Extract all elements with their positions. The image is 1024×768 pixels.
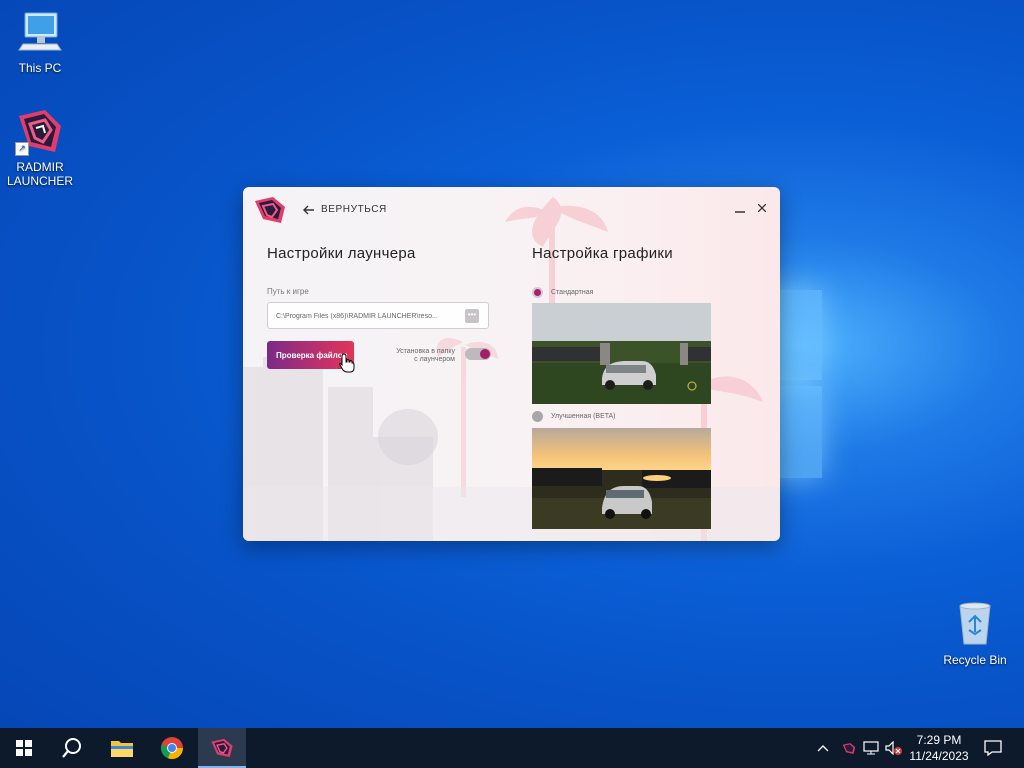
- close-button[interactable]: [755, 201, 769, 215]
- radmir-logo-icon: [842, 742, 856, 754]
- shortcut-arrow-icon: ↗: [15, 142, 29, 156]
- radmir-launcher-window: ВЕРНУТЬСЯ Настройки лаунчера Настройка г…: [243, 187, 780, 541]
- desktop-icon-radmir-launcher[interactable]: ↗ RADMIR LAUNCHER: [0, 106, 80, 188]
- minimize-button[interactable]: [733, 201, 747, 215]
- taskbar-chrome[interactable]: [148, 728, 196, 768]
- desktop-icon-label: RADMIR LAUNCHER: [6, 160, 73, 188]
- action-center-button[interactable]: [978, 728, 1008, 768]
- close-icon: [758, 204, 766, 212]
- game-path-input[interactable]: [276, 309, 458, 323]
- install-in-folder-label: Установка в папку с лаунчером: [383, 348, 455, 364]
- radio-unselected-icon: [532, 411, 543, 422]
- volume-tray-button[interactable]: [884, 728, 904, 768]
- browse-folder-button[interactable]: •••: [465, 309, 479, 323]
- graphics-settings-title: Настройка графики: [532, 245, 673, 262]
- install-label-line2: с лаунчером: [414, 356, 455, 363]
- clock-date: 11/24/2023: [909, 749, 969, 763]
- graphics-option-label: Улучшенная (BETA): [551, 413, 616, 420]
- radio-selected-icon: [532, 287, 543, 298]
- chrome-icon: [161, 737, 184, 760]
- taskbar: 7:29 PM 11/24/2023: [0, 728, 1024, 768]
- clock-time: 7:29 PM: [916, 733, 962, 747]
- desktop-icon-label: This PC: [18, 61, 62, 75]
- computer-icon: [0, 10, 80, 57]
- radmir-logo-icon: [211, 738, 233, 758]
- back-button-label: ВЕРНУТЬСЯ: [321, 204, 387, 215]
- toggle-knob: [480, 349, 490, 359]
- desktop-icon-this-pc[interactable]: This PC: [0, 10, 80, 75]
- enhanced-graphics-preview[interactable]: [532, 428, 711, 529]
- standard-graphics-preview[interactable]: [532, 303, 711, 404]
- start-button[interactable]: [0, 728, 48, 768]
- install-label-line1: Установка в папку: [396, 348, 455, 355]
- launcher-settings-title: Настройки лаунчера: [267, 245, 416, 262]
- search-icon: [62, 738, 81, 758]
- taskbar-radmir-launcher[interactable]: [198, 728, 246, 768]
- taskbar-clock[interactable]: 7:29 PM 11/24/2023: [906, 732, 972, 764]
- recycle-bin-icon: [935, 600, 1015, 649]
- show-hidden-icons-button[interactable]: [814, 728, 832, 768]
- tray-radmir-icon[interactable]: [840, 728, 858, 768]
- network-tray-button[interactable]: [862, 728, 880, 768]
- back-button[interactable]: ВЕРНУТЬСЯ: [303, 204, 387, 215]
- graphics-option-beta[interactable]: Улучшенная (BETA): [532, 411, 616, 422]
- radmir-logo-icon: [253, 195, 287, 230]
- desktop-icon-recycle-bin[interactable]: Recycle Bin: [935, 600, 1015, 667]
- notification-icon: [984, 740, 1002, 756]
- search-button[interactable]: [48, 728, 96, 768]
- install-in-folder-toggle[interactable]: [465, 348, 491, 360]
- game-path-label: Путь к игре: [267, 287, 309, 296]
- game-path-field: •••: [267, 302, 489, 329]
- graphics-option-label: Стандартная: [551, 289, 594, 296]
- folder-icon: [111, 741, 133, 757]
- volume-muted-icon: [885, 741, 902, 755]
- windows-start-icon: [16, 740, 32, 756]
- taskbar-file-explorer[interactable]: [98, 728, 146, 768]
- hand-cursor-icon: [339, 353, 355, 373]
- desktop-icon-label: Recycle Bin: [943, 653, 1007, 667]
- dots-icon: •••: [467, 310, 477, 319]
- chevron-up-icon: [817, 745, 829, 752]
- radmir-logo-icon: ↗: [15, 106, 65, 156]
- arrow-left-icon: [303, 205, 314, 214]
- graphics-option-standard[interactable]: Стандартная: [532, 287, 593, 298]
- network-icon: [863, 741, 879, 755]
- minimize-icon: [735, 211, 745, 213]
